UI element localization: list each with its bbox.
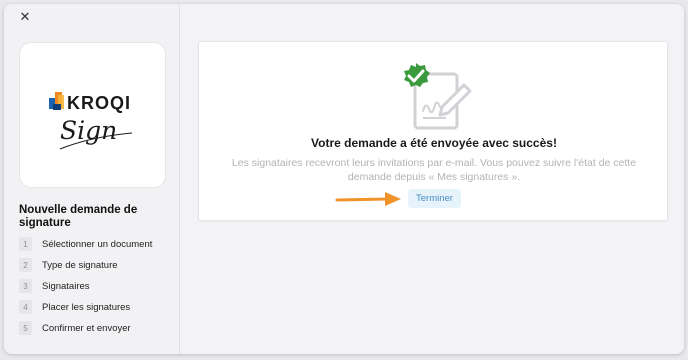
step-label: Signataires bbox=[42, 280, 90, 292]
step-number: 2 bbox=[19, 258, 32, 272]
step-number: 4 bbox=[19, 300, 32, 314]
wizard-step-place-signatures[interactable]: 4 Placer les signatures bbox=[19, 300, 152, 314]
wizard-sidebar: ✕ KROQI Sign Nouvelle demande de signatu… bbox=[4, 4, 180, 354]
success-message: Les signataires recevront leurs invitati… bbox=[231, 157, 637, 183]
wizard-title: Nouvelle demande de signature bbox=[19, 204, 138, 229]
wizard-step-signers[interactable]: 3 Signataires bbox=[19, 279, 152, 293]
step-label: Placer les signatures bbox=[42, 301, 131, 313]
success-title: Votre demande a été envoyée avec succès! bbox=[311, 136, 557, 150]
step-number: 5 bbox=[19, 321, 32, 335]
logo-wordmark: KROQI bbox=[67, 93, 131, 113]
signature-wizard-window: ✕ KROQI Sign Nouvelle demande de signatu… bbox=[4, 4, 684, 354]
arrow-right-icon bbox=[335, 192, 401, 206]
step-label: Confirmer et envoyer bbox=[42, 322, 131, 334]
finish-button[interactable]: Terminer bbox=[408, 189, 461, 208]
step-number: 3 bbox=[19, 279, 32, 293]
step-label: Type de signature bbox=[42, 259, 118, 271]
kroqi-logo-icon: KROQI Sign bbox=[49, 92, 133, 150]
step-number: 1 bbox=[19, 237, 32, 251]
wizard-step-confirm-send[interactable]: 5 Confirmer et envoyer bbox=[19, 321, 152, 335]
document-signed-icon bbox=[404, 63, 472, 130]
wizard-steps: 1 Sélectionner un document 2 Type de sig… bbox=[19, 237, 152, 342]
kroqi-sign-logo-card: KROQI Sign bbox=[19, 42, 166, 188]
step-label: Sélectionner un document bbox=[42, 238, 153, 250]
wizard-step-signature-type[interactable]: 2 Type de signature bbox=[19, 258, 152, 272]
logo-tagline: Sign bbox=[60, 116, 117, 145]
close-icon[interactable]: ✕ bbox=[18, 10, 32, 24]
wizard-step-select-document[interactable]: 1 Sélectionner un document bbox=[19, 237, 152, 251]
wizard-main: Votre demande a été envoyée avec succès!… bbox=[180, 4, 684, 354]
success-card: Votre demande a été envoyée avec succès!… bbox=[198, 41, 668, 221]
